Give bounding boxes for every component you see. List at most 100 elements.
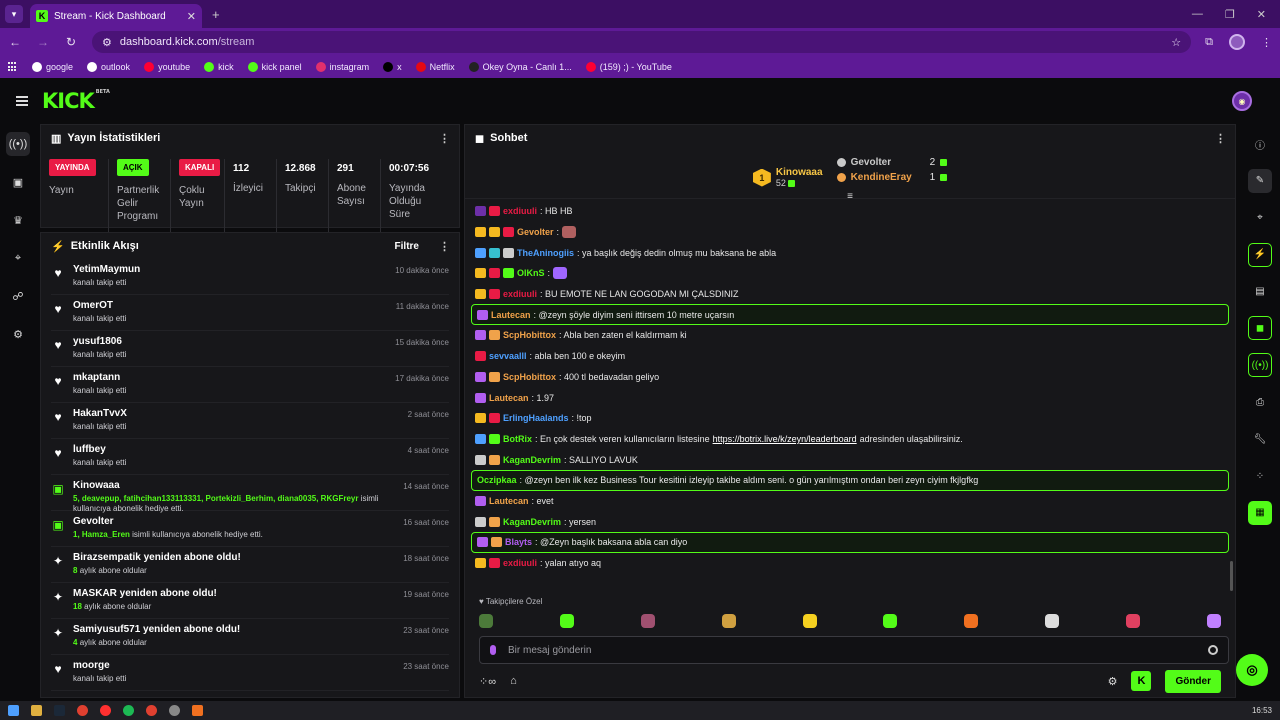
opera-icon[interactable]: [100, 705, 111, 716]
chat-username[interactable]: BotRix: [503, 434, 532, 444]
settings-gear-icon[interactable]: ⚙: [6, 322, 30, 346]
chat-settings-icon[interactable]: ⚙: [1108, 675, 1118, 688]
chrome-icon[interactable]: [77, 705, 88, 716]
emote-icon[interactable]: [640, 614, 655, 628]
spotify-icon[interactable]: [123, 705, 134, 716]
emote-icon[interactable]: [559, 614, 574, 628]
microphone-icon[interactable]: [490, 645, 496, 655]
chat-username[interactable]: Lautecan: [489, 496, 529, 506]
steam-icon[interactable]: [54, 705, 65, 716]
bookmark-item[interactable]: Okey Oyna - Canlı 1...: [468, 62, 572, 72]
obs-icon[interactable]: [169, 705, 180, 716]
community-panel-icon[interactable]: ⁘: [1248, 464, 1272, 488]
kick-emote-button[interactable]: K: [1131, 671, 1152, 691]
user-avatar[interactable]: ◉: [1232, 91, 1252, 111]
browser-tab-active[interactable]: K Stream - Kick Dashboard ✕: [30, 4, 202, 28]
stream-broadcast-icon[interactable]: ((•)): [6, 132, 30, 156]
gifter-row[interactable]: Gevolter 2: [836, 157, 948, 168]
emote-icon[interactable]: [964, 614, 979, 628]
target-icon[interactable]: ⌖: [1248, 206, 1272, 230]
bookmark-item[interactable]: x: [383, 62, 402, 72]
url-field[interactable]: ⚙ dashboard.kick.com/stream ☆: [92, 31, 1192, 53]
gifter-row[interactable]: KendineEray 1: [836, 172, 948, 183]
explorer-icon[interactable]: [31, 705, 42, 716]
chat-link[interactable]: https://botrix.live/k/zeyn/leaderboard: [713, 434, 857, 444]
emote-icon[interactable]: [883, 614, 898, 628]
restore-icon[interactable]: ❐: [1225, 8, 1235, 21]
kick-logo[interactable]: KICK BETA: [42, 89, 110, 113]
menu-hamburger-icon[interactable]: [16, 96, 28, 106]
stats-more-icon[interactable]: ⋮: [439, 132, 450, 145]
bookmark-item[interactable]: kick: [204, 62, 234, 72]
chat-username[interactable]: ScpHobittox: [503, 372, 556, 382]
bookmark-item[interactable]: google: [32, 62, 73, 72]
bookmark-item[interactable]: Netflix: [415, 62, 455, 72]
emote-icon[interactable]: [1206, 614, 1221, 628]
tab-close-icon[interactable]: ✕: [187, 10, 196, 23]
send-button[interactable]: Gönder: [1165, 669, 1221, 693]
minimize-icon[interactable]: —: [1192, 8, 1203, 21]
extensions-icon[interactable]: ⧉: [1205, 36, 1213, 49]
trophy-icon[interactable]: ♛: [6, 208, 30, 232]
store-icon[interactable]: ⌂: [510, 675, 517, 687]
chat-username[interactable]: exdiuuli: [503, 206, 537, 216]
window-close-icon[interactable]: ✕: [1257, 8, 1266, 21]
tab-search-icon[interactable]: ▾: [5, 5, 23, 23]
back-arrow-icon[interactable]: ←: [8, 35, 22, 49]
chat-username[interactable]: OlKnS: [517, 268, 545, 278]
chat-username[interactable]: exdiuuli: [503, 558, 537, 568]
profile-avatar[interactable]: [1229, 34, 1245, 50]
wrench-icon[interactable]: 🔧︎: [1248, 427, 1272, 451]
chat-username[interactable]: ScpHobittox: [503, 330, 556, 340]
info-icon[interactable]: ⓘ: [1248, 132, 1272, 156]
printer-icon[interactable]: ⎙: [1248, 390, 1272, 414]
emoji-icon[interactable]: [1208, 645, 1218, 655]
focus-icon[interactable]: ⌖: [6, 246, 30, 270]
chat-username[interactable]: KaganDevrim: [503, 517, 561, 527]
community-icon[interactable]: ☍: [6, 284, 30, 308]
emote-icon[interactable]: [721, 614, 736, 628]
chat-more-icon[interactable]: ⋮: [1215, 132, 1226, 145]
infinity-icon[interactable]: ⁘∞: [479, 675, 496, 688]
emote-icon[interactable]: [1126, 614, 1140, 628]
lightning-panel-icon[interactable]: ⚡: [1248, 242, 1272, 267]
clapper-icon[interactable]: ▦: [1248, 500, 1272, 525]
browser-menu-icon[interactable]: ⋮: [1261, 36, 1272, 49]
bookmark-star-icon[interactable]: ☆: [1171, 36, 1181, 49]
app-icon[interactable]: [192, 705, 203, 716]
chat-username[interactable]: TheAninogiis: [517, 248, 574, 258]
dashboard-icon[interactable]: ▣: [6, 170, 30, 194]
chat-username[interactable]: KaganDevrim: [503, 455, 561, 465]
bookmark-item[interactable]: outlook: [87, 62, 130, 72]
chat-scrollbar[interactable]: [1230, 561, 1233, 591]
site-info-icon[interactable]: ⚙: [102, 36, 112, 49]
chat-username[interactable]: Lautecan: [489, 393, 529, 403]
chat-username[interactable]: Gevolter: [517, 227, 554, 237]
emote-icon[interactable]: [479, 614, 493, 628]
chat-scroll-down-icon[interactable]: ≡: [465, 191, 1235, 202]
reload-icon[interactable]: ↻: [64, 35, 78, 49]
activity-more-icon[interactable]: ⋮: [439, 240, 450, 253]
start-icon[interactable]: [8, 705, 19, 716]
chat-username[interactable]: ErlingHaalands: [503, 413, 569, 423]
filter-button[interactable]: Filtre: [395, 241, 419, 252]
forward-arrow-icon[interactable]: →: [36, 35, 50, 49]
chat-username[interactable]: Blayts: [505, 537, 532, 547]
bookmark-item[interactable]: (159) ;) - YouTube: [585, 62, 672, 72]
bookmark-item[interactable]: instagram: [315, 62, 369, 72]
chat-panel-icon[interactable]: ◼: [1248, 316, 1272, 341]
broadcast-panel-icon[interactable]: ((•)): [1248, 353, 1272, 378]
chat-input[interactable]: Bir mesaj gönderin: [479, 636, 1229, 664]
emote-icon[interactable]: [1045, 614, 1060, 628]
emote-icon[interactable]: [802, 614, 817, 628]
chat-username[interactable]: exdiuuli: [503, 289, 537, 299]
top-gifter-first[interactable]: 1 Kinowaaa 52: [752, 157, 823, 198]
chrome-profile-icon[interactable]: [146, 705, 157, 716]
bookmark-item[interactable]: youtube: [144, 62, 190, 72]
apps-grid-icon[interactable]: [8, 62, 18, 72]
support-chat-icon[interactable]: ◎: [1236, 654, 1268, 686]
edit-pencil-icon[interactable]: ✎: [1248, 168, 1272, 193]
chat-username[interactable]: sevvaalll: [489, 351, 527, 361]
new-tab-plus-icon[interactable]: +: [212, 7, 220, 22]
chat-username[interactable]: Lautecan: [491, 310, 531, 320]
